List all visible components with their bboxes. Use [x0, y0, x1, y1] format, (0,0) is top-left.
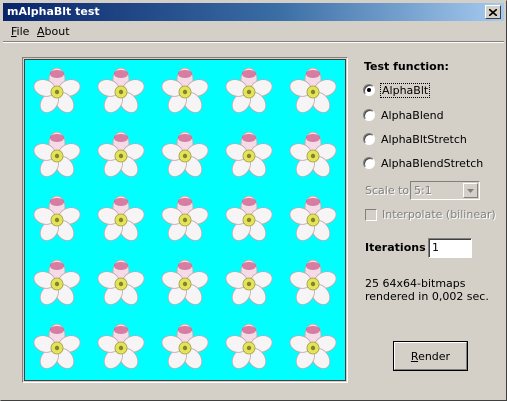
flower-icon: [289, 131, 337, 177]
menu-file-label: File: [11, 25, 30, 38]
window-title: mAlphaBlt test: [7, 5, 100, 18]
flower-icon: [97, 67, 145, 113]
flower-icon: [289, 67, 337, 113]
result-line-2: rendered in 0,002 sec.: [365, 290, 489, 303]
test-function-label: Test function:: [364, 60, 449, 73]
radio-indicator: [363, 133, 375, 145]
combo-dropdown-button[interactable]: [463, 183, 478, 198]
flower-icon: [161, 67, 209, 113]
chevron-down-icon: [467, 188, 474, 193]
iterations-label: Iterations: [365, 241, 426, 254]
flower-icon: [289, 195, 337, 241]
scale-label: Scale to: [365, 184, 410, 197]
radio-indicator: [363, 109, 375, 121]
radio-label: AlphaBltStretch: [381, 132, 467, 146]
interpolate-label: Interpolate (bilinear): [382, 208, 496, 221]
radio-indicator: [363, 84, 375, 96]
menu-bar: File About: [3, 22, 504, 41]
flower-icon: [97, 323, 145, 369]
radio-label: AlphaBlendStretch: [381, 156, 484, 170]
flower-icon: [225, 323, 273, 369]
radio-label: AlphaBlt: [379, 82, 431, 98]
menu-separator: [3, 41, 504, 43]
interpolate-checkbox[interactable]: [365, 209, 377, 221]
close-icon: [489, 8, 497, 16]
flower-icon: [161, 131, 209, 177]
render-button-label: Render: [410, 349, 451, 363]
flower-icon: [225, 259, 273, 305]
render-button-face: Render: [394, 342, 467, 370]
tile-grid: [33, 67, 337, 369]
flower-icon: [33, 131, 81, 177]
iterations-input[interactable]: 1: [428, 238, 472, 258]
flower-icon: [289, 259, 337, 305]
flower-icon: [97, 131, 145, 177]
app-window: mAlphaBlt test File About Test function:…: [0, 0, 507, 401]
radio-alphablt[interactable]: AlphaBlt: [363, 82, 431, 98]
flower-icon: [33, 67, 81, 113]
radio-alphabltstretch[interactable]: AlphaBltStretch: [363, 131, 467, 147]
flower-icon: [225, 195, 273, 241]
menu-about-label: About: [37, 25, 70, 38]
flower-icon: [33, 195, 81, 241]
canvas-surface: [24, 59, 346, 381]
result-line-1: 25 64x64-bitmaps: [365, 277, 466, 290]
radio-indicator: [363, 157, 375, 169]
render-canvas: [22, 57, 348, 383]
title-bar[interactable]: mAlphaBlt test: [3, 3, 504, 21]
radio-alphablend[interactable]: AlphaBlend: [363, 107, 444, 123]
scale-combo[interactable]: 5:1: [410, 181, 480, 200]
flower-icon: [33, 323, 81, 369]
flower-icon: [161, 259, 209, 305]
flower-icon: [161, 195, 209, 241]
flower-icon: [33, 259, 81, 305]
flower-icon: [97, 195, 145, 241]
flower-icon: [97, 259, 145, 305]
radio-label: AlphaBlend: [381, 108, 444, 122]
close-button[interactable]: [485, 5, 501, 19]
flower-icon: [289, 323, 337, 369]
scale-value: 5:1: [414, 184, 432, 197]
result-text: 25 64x64-bitmaps rendered in 0,002 sec.: [365, 277, 489, 303]
flower-icon: [225, 67, 273, 113]
menu-about[interactable]: About: [31, 24, 76, 39]
render-button[interactable]: Render: [393, 341, 468, 371]
flower-icon: [225, 131, 273, 177]
flower-icon: [161, 323, 209, 369]
radio-alphablendstretch[interactable]: AlphaBlendStretch: [363, 155, 483, 171]
